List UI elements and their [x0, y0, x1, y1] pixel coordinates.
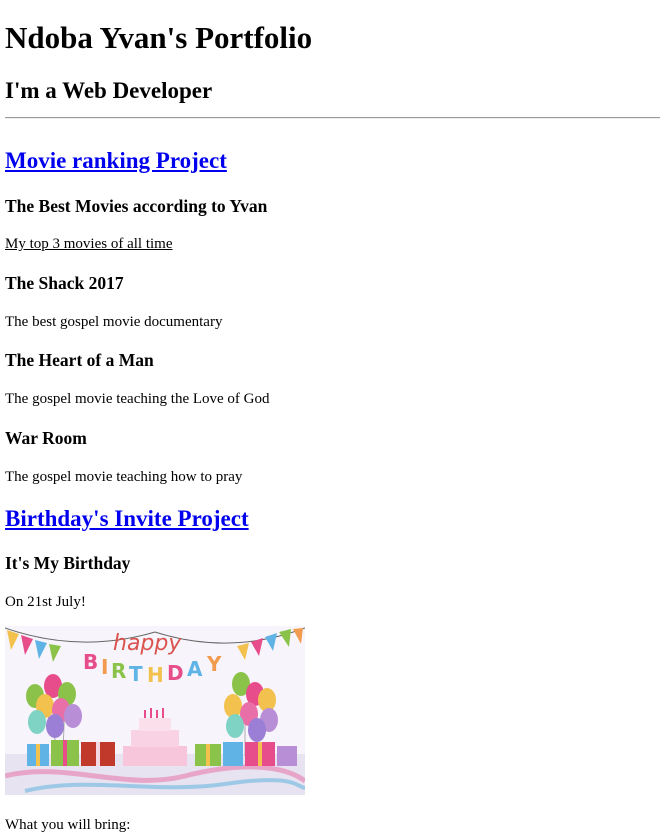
movie-intro: My top 3 movies of all time — [5, 236, 173, 252]
page-subtitle: I'm a Web Developer — [5, 78, 213, 103]
svg-text:H: H — [147, 663, 164, 687]
movie-title-1: The Shack 2017 — [5, 273, 124, 293]
movie-section-heading: The Best Movies according to Yvan — [5, 196, 268, 216]
birthday-date: On 21st July! — [5, 594, 86, 610]
svg-text:Y: Y — [206, 652, 222, 676]
svg-text:T: T — [129, 662, 143, 686]
movie-title-3: War Room — [5, 428, 87, 448]
movie-ranking-project-link[interactable]: Movie ranking Project — [5, 147, 227, 175]
divider — [5, 117, 660, 119]
movie-title-2: The Heart of a Man — [5, 350, 154, 370]
birthday-image: happy B I R T H D A Y — [5, 626, 305, 795]
birthday-invite-project-link[interactable]: Birthday's Invite Project — [5, 505, 249, 533]
svg-text:A: A — [187, 657, 203, 681]
birthday-heading: It's My Birthday — [5, 553, 131, 573]
page-title: Ndoba Yvan's Portfolio — [5, 20, 313, 55]
birthday-image-lettering: happy — [113, 631, 182, 656]
bring-label: What you will bring: — [5, 817, 131, 833]
svg-text:D: D — [167, 661, 184, 685]
svg-text:I: I — [101, 655, 108, 679]
movie-desc-2: The gospel movie teaching the Love of Go… — [5, 391, 270, 407]
svg-text:R: R — [111, 659, 126, 683]
svg-text:B: B — [83, 650, 98, 674]
movie-desc-1: The best gospel movie documentary — [5, 314, 223, 330]
movie-desc-3: The gospel movie teaching how to pray — [5, 469, 243, 485]
